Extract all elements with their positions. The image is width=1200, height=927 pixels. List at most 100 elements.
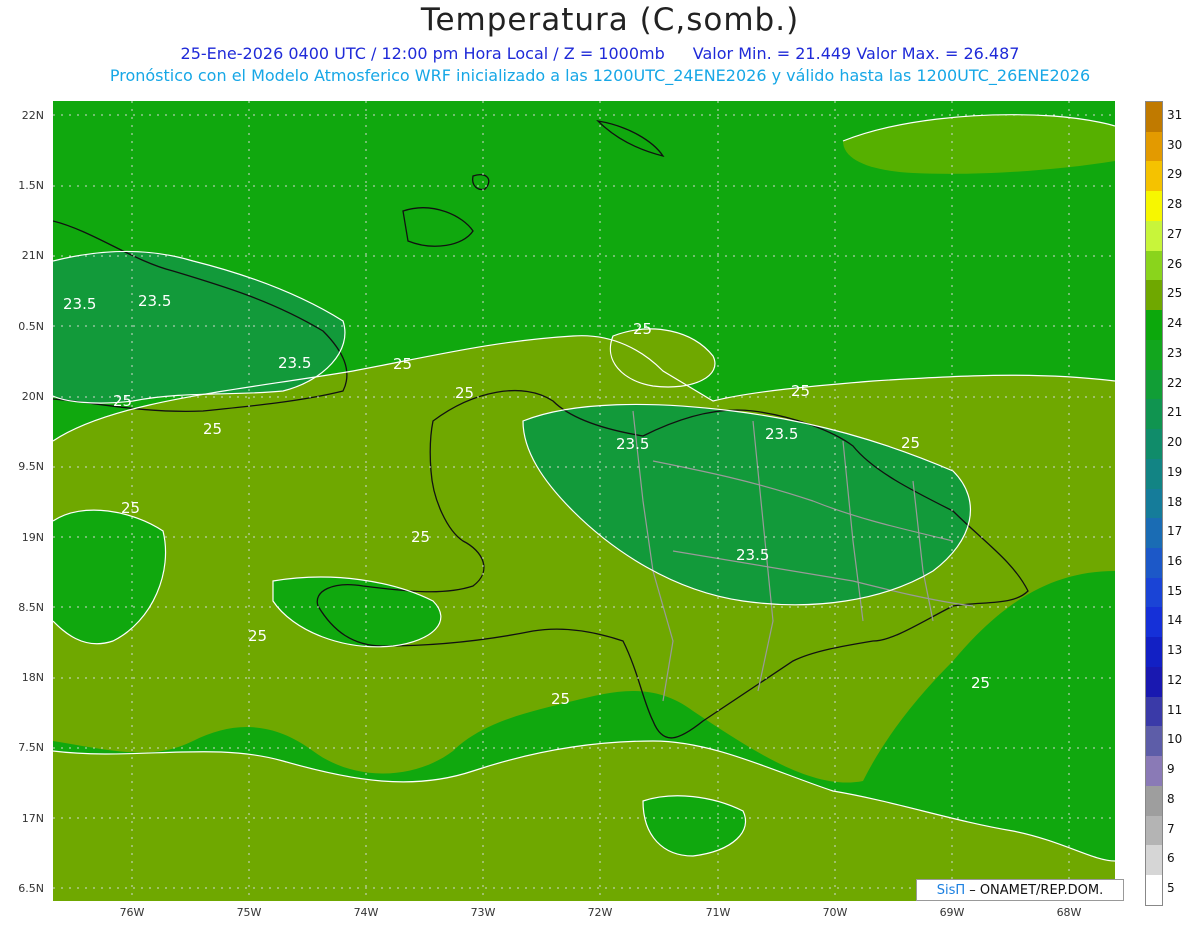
lon-label: 75W	[236, 906, 262, 919]
colorbar-label: 23	[1167, 345, 1183, 360]
contour-label: 25	[121, 499, 140, 517]
colorbar-label: 29	[1167, 167, 1183, 182]
colorbar-label: 21	[1167, 405, 1183, 420]
contour-label: 25	[633, 320, 652, 338]
colorbar-swatch	[1146, 548, 1162, 578]
colorbar-swatch	[1146, 815, 1162, 846]
model-info: Pronóstico con el Modelo Atmosferico WRF…	[109, 66, 1091, 85]
colorbar-label: 7	[1167, 821, 1175, 836]
colorbar-label: 27	[1167, 226, 1183, 241]
colorbar-swatch	[1146, 220, 1162, 251]
colorbar-label: 11	[1167, 702, 1183, 717]
contour-label: 23.5	[138, 292, 171, 310]
lat-label: 0.5N	[18, 320, 44, 333]
colorbar-label: 14	[1167, 613, 1183, 628]
colorbar-swatch	[1146, 756, 1162, 786]
lat-label: 18N	[21, 671, 44, 684]
colorbar-swatch	[1146, 845, 1162, 876]
lat-label: 17N	[21, 812, 44, 825]
colorbar-label: 24	[1167, 316, 1183, 331]
colorbar-swatch	[1146, 666, 1162, 697]
credit-text: – ONAMET/REP.DOM.	[969, 882, 1104, 898]
colorbar-swatch	[1146, 102, 1162, 132]
lat-label: 8.5N	[18, 601, 44, 614]
colorbar-swatch	[1146, 518, 1162, 549]
colorbar-label: 19	[1167, 464, 1183, 479]
colorbar-label: 6	[1167, 851, 1175, 866]
lon-label: 70W	[822, 906, 848, 919]
map-title: Temperatura (C,somb.)	[420, 2, 800, 38]
lon-label: 72W	[587, 906, 613, 919]
colorbar-swatch	[1146, 250, 1162, 281]
temperature-map: 23.5 25 23.5 25 25 23.5 25 25 25 23.5 25…	[53, 101, 1115, 901]
contour-label: 25	[203, 420, 222, 438]
contour-label: 23.5	[278, 354, 311, 372]
contour-label: 23.5	[63, 295, 96, 313]
colorbar-swatch	[1146, 875, 1162, 905]
contour-label: 23.5	[616, 435, 649, 453]
colorbar-label: 5	[1167, 881, 1175, 896]
colorbar-swatch	[1146, 488, 1162, 519]
lon-label: 71W	[705, 906, 731, 919]
min-max-values: Valor Min. = 21.449 Valor Max. = 26.487	[692, 44, 1020, 63]
colorbar-swatch	[1146, 191, 1162, 221]
colorbar-label: 8	[1167, 791, 1175, 806]
colorbar-label: 12	[1167, 672, 1183, 687]
lon-label: 69W	[939, 906, 965, 919]
colorbar-swatch	[1146, 607, 1162, 638]
map-panel: 23.5 25 23.5 25 25 23.5 25 25 25 23.5 25…	[53, 101, 1115, 901]
credit-brand: SisΠ	[936, 882, 966, 898]
colorbar-label: 31	[1167, 107, 1183, 122]
colorbar-label: 15	[1167, 583, 1183, 598]
colorbar-label: 30	[1167, 137, 1183, 152]
contour-label: 25	[393, 355, 412, 373]
lon-label: 68W	[1056, 906, 1082, 919]
lat-label: 20N	[21, 390, 44, 403]
colorbar-swatch	[1146, 726, 1162, 757]
lat-label: 21N	[21, 249, 44, 262]
lat-label: 6.5N	[18, 882, 44, 895]
colorbar-swatch	[1146, 577, 1162, 608]
lon-label: 74W	[353, 906, 379, 919]
lon-label: 76W	[119, 906, 145, 919]
colorbar-swatch	[1146, 161, 1162, 192]
colorbar-swatch	[1146, 458, 1162, 489]
colorbar-label: 18	[1167, 494, 1183, 509]
contour-label: 25	[551, 690, 570, 708]
contour-label: 25	[455, 384, 474, 402]
colorbar-label: 22	[1167, 375, 1183, 390]
colorbar-label: 10	[1167, 732, 1183, 747]
colorbar-swatch	[1146, 310, 1162, 340]
contour-label: 25	[248, 627, 267, 645]
colorbar-swatch	[1146, 280, 1162, 311]
lon-label: 73W	[470, 906, 496, 919]
colorbar-swatch	[1146, 637, 1162, 667]
colorbar-label: 20	[1167, 435, 1183, 450]
colorbar-swatch	[1146, 399, 1162, 430]
colorbar-swatch	[1146, 785, 1162, 816]
colorbar-label: 17	[1167, 524, 1183, 539]
lat-label: 22N	[21, 109, 44, 122]
colorbar-label: 28	[1167, 197, 1183, 212]
lat-label: 9.5N	[18, 460, 44, 473]
credit-box: SisΠ – ONAMET/REP.DOM.	[916, 879, 1124, 901]
colorbar	[1145, 101, 1163, 906]
lat-label: 7.5N	[18, 741, 44, 754]
contour-label: 25	[791, 382, 810, 400]
contour-label: 25	[411, 528, 430, 546]
lat-label: 19N	[21, 531, 44, 544]
contour-label: 25	[901, 434, 920, 452]
colorbar-swatch	[1146, 339, 1162, 370]
colorbar-label: 26	[1167, 256, 1183, 271]
contour-label: 23.5	[736, 546, 769, 564]
contour-label: 23.5	[765, 425, 798, 443]
contour-label: 25	[971, 674, 990, 692]
time-line: 25-Ene-2026 0400 UTC / 12:00 pm Hora Loc…	[0, 44, 1200, 63]
colorbar-swatch	[1146, 131, 1162, 162]
time-info: 25-Ene-2026 0400 UTC / 12:00 pm Hora Loc…	[180, 44, 665, 63]
contour-label: 25	[113, 392, 132, 410]
colorbar-label: 25	[1167, 286, 1183, 301]
colorbar-swatch	[1146, 429, 1162, 459]
colorbar-swatch	[1146, 369, 1162, 400]
colorbar-label: 16	[1167, 553, 1183, 568]
